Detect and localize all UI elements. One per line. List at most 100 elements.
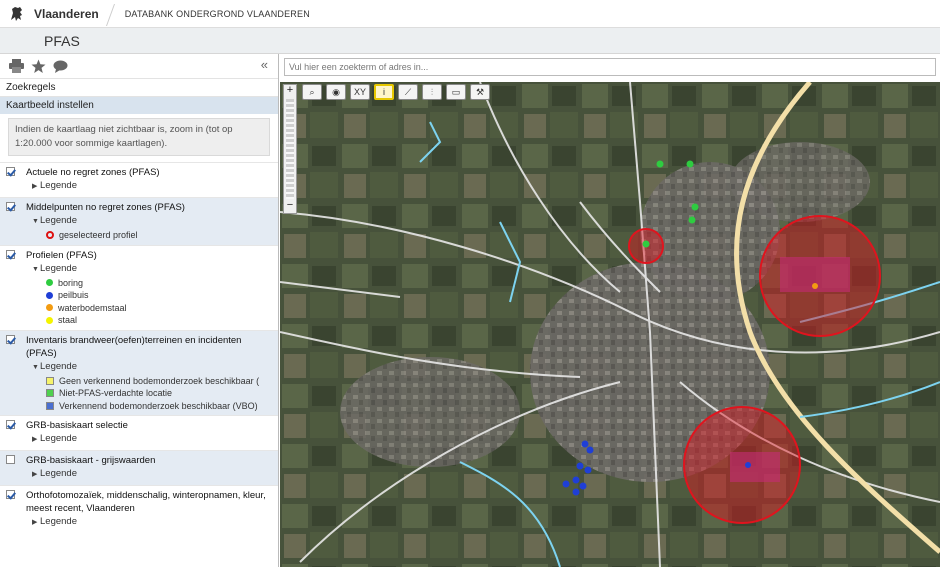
zoom-in-button[interactable]: +	[284, 85, 296, 97]
brand-name[interactable]: Vlaanderen	[34, 7, 99, 21]
legend-toggle[interactable]: ▶ Legende	[18, 432, 272, 447]
map-svg[interactable]	[280, 82, 940, 567]
layer-name: GRB-basiskaart - grijswaarden	[26, 455, 156, 466]
layer-name: Middelpunten no regret zones (PFAS)	[26, 202, 185, 213]
layer-name: GRB-basiskaart selectie	[26, 420, 128, 431]
layer-name: Inventaris brandweer(oefen)terreinen en …	[26, 334, 242, 359]
collapse-sidebar-icon[interactable]: «	[261, 57, 268, 72]
layer-grb-basiskaart-selectie: GRB-basiskaart selectie ▶ Legende	[0, 415, 278, 450]
ruler-icon: ⟋	[404, 86, 412, 97]
globe-icon: ◉	[332, 86, 340, 97]
profile-tool-button[interactable]: ⫶	[422, 84, 442, 100]
search-input[interactable]	[284, 58, 936, 76]
triangle-right-icon: ▶	[32, 519, 38, 526]
boring-point[interactable]	[691, 203, 699, 211]
legend-item: Niet-PFAS-verdachte locatie	[18, 387, 272, 400]
red-ring-icon	[46, 231, 54, 240]
legend-label: Legende	[40, 360, 77, 372]
waterbodemstaal-point[interactable]	[812, 283, 818, 289]
layer-checkbox[interactable]	[6, 167, 15, 176]
layer-name: Orthofotomozaïek, middenschalig, wintero…	[26, 490, 266, 514]
zoom-slider[interactable]	[286, 99, 294, 199]
zoom-control: + −	[283, 84, 297, 214]
triangle-down-icon: ▼	[32, 363, 39, 371]
layer-actuele-no-regret-zones: Actuele no regret zones (PFAS) ▶ Legende	[0, 162, 278, 197]
layer-inventaris-brandweer: Inventaris brandweer(oefen)terreinen en …	[0, 329, 278, 415]
section-zoekregels[interactable]: Zoekregels	[0, 78, 278, 96]
xy-button[interactable]: XY	[350, 84, 370, 100]
peilbuis-point[interactable]	[586, 446, 594, 454]
triangle-right-icon: ▶	[32, 471, 38, 478]
legend-item: Verkennend bodemonderzoek beschikbaar (V…	[18, 400, 272, 413]
settings-tool-button[interactable]: ⚒	[470, 84, 490, 100]
town-west	[340, 357, 520, 467]
boring-point[interactable]	[656, 160, 664, 168]
layer-profielen: Profielen (PFAS) ▼Legende boring peilbui…	[0, 244, 278, 330]
layer-checkbox[interactable]	[6, 334, 15, 344]
peilbuis-point[interactable]	[562, 480, 570, 488]
peilbuis-point[interactable]	[745, 462, 751, 468]
layer-checkbox[interactable]	[6, 249, 15, 259]
boring-point[interactable]	[642, 240, 650, 248]
peilbuis-point[interactable]	[572, 476, 580, 484]
blue-dot-icon	[46, 291, 53, 299]
layer-checkbox[interactable]	[6, 420, 15, 429]
legend-item: geselecteerd profiel	[18, 229, 272, 242]
print-icon[interactable]	[8, 58, 24, 74]
site-subtitle[interactable]: DATABANK ONDERGROND VLAANDEREN	[125, 9, 310, 19]
legend-label: Legende	[40, 215, 77, 226]
peilbuis-point[interactable]	[576, 462, 584, 470]
map-canvas[interactable]	[280, 82, 940, 567]
layer-checkbox[interactable]	[6, 455, 15, 464]
sidebar: « Zoekregels Kaartbeeld instellen Indien…	[0, 54, 279, 567]
layer-checkbox[interactable]	[6, 490, 15, 499]
legend-toggle[interactable]: ▶ Legende	[18, 467, 272, 482]
legend-toggle[interactable]: ▼Legende	[18, 214, 272, 229]
yellow-square-icon	[46, 376, 54, 385]
comment-icon[interactable]	[52, 58, 68, 74]
layer-grb-basiskaart-grijswaarden: GRB-basiskaart - grijswaarden ▶ Legende	[0, 450, 278, 485]
legend-item: waterbodemstaal	[18, 302, 272, 315]
title-bar: PFAS	[0, 28, 940, 54]
legend-toggle[interactable]: ▼Legende	[18, 360, 272, 375]
globe-button[interactable]: ◉	[326, 84, 346, 100]
yellow-dot-icon	[46, 316, 53, 324]
folder-icon: ▭	[451, 86, 461, 97]
green-dot-icon	[46, 279, 53, 287]
folder-button[interactable]: ▭	[446, 84, 466, 100]
boring-point[interactable]	[686, 160, 694, 168]
sidebar-toolbar: «	[0, 54, 278, 78]
layer-orthofotomozaiek: Orthofotomozaïek, middenschalig, wintero…	[0, 485, 278, 533]
legend-toggle[interactable]: ▶ Legende	[18, 179, 272, 194]
drill-icon: ⫶	[430, 86, 434, 97]
measure-button[interactable]: ⟋	[398, 84, 418, 100]
page-title: PFAS	[44, 33, 80, 49]
zoom-box-button[interactable]: ⌕	[302, 84, 322, 100]
section-kaartbeeld-instellen[interactable]: Kaartbeeld instellen	[0, 96, 278, 114]
peilbuis-point[interactable]	[581, 440, 589, 448]
orange-dot-icon	[46, 304, 53, 312]
layer-name: Actuele no regret zones (PFAS)	[26, 167, 160, 178]
triangle-right-icon: ▶	[32, 436, 38, 443]
green-square-icon	[46, 389, 54, 398]
top-header: Vlaanderen DATABANK ONDERGROND VLAANDERE…	[0, 0, 940, 28]
header-separator	[107, 0, 117, 28]
brandweer-terrain-south[interactable]	[730, 452, 780, 482]
boring-point[interactable]	[688, 216, 696, 224]
legend-item: Geen verkennend bodemonderzoek beschikba…	[18, 375, 272, 388]
peilbuis-point[interactable]	[572, 488, 580, 496]
peilbuis-point[interactable]	[579, 482, 587, 490]
legend-toggle[interactable]: ▼Legende	[18, 262, 272, 277]
star-icon[interactable]	[30, 58, 46, 74]
legend-label: Legende	[40, 262, 77, 274]
flemish-lion-logo-icon[interactable]	[6, 3, 28, 25]
zoom-out-button[interactable]: −	[284, 200, 296, 212]
blue-square-icon	[46, 401, 54, 410]
legend-label: Legende	[40, 433, 77, 444]
legend-label: Legende	[40, 180, 77, 191]
legend-toggle[interactable]: ▶ Legende	[18, 515, 272, 530]
layer-checkbox[interactable]	[6, 202, 15, 211]
search-container	[284, 58, 936, 76]
peilbuis-point[interactable]	[584, 466, 592, 474]
info-button[interactable]: i	[374, 84, 394, 100]
